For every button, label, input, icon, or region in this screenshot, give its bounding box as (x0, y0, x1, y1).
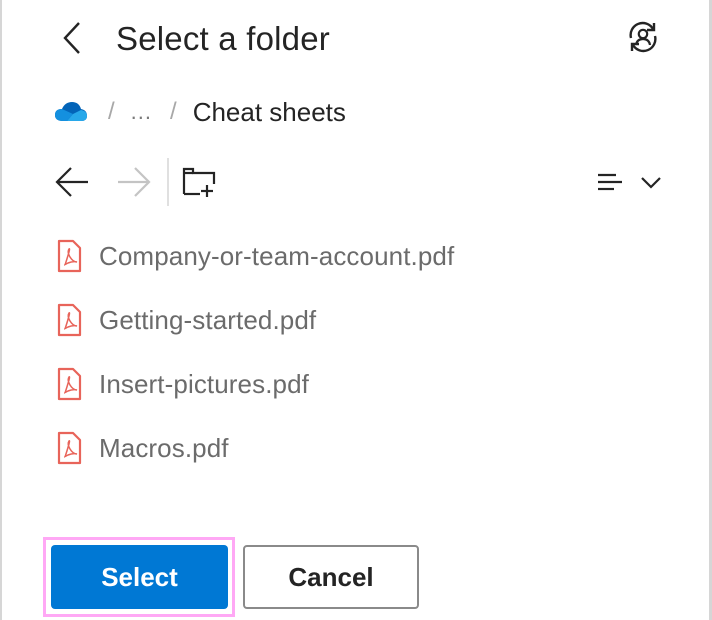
breadcrumb: / ... / Cheat sheets (54, 92, 346, 132)
breadcrumb-separator: / (108, 98, 115, 125)
arrow-left-icon (55, 167, 88, 197)
file-list-item[interactable]: Getting-started.pdf (50, 290, 670, 350)
file-name: Company-or-team-account.pdf (99, 240, 455, 271)
breadcrumb-separator: / (170, 98, 177, 125)
file-name: Insert-pictures.pdf (99, 368, 309, 399)
switch-account-button[interactable] (622, 16, 664, 58)
dialog-footer: Select Cancel (0, 530, 712, 620)
dialog-header: Select a folder (0, 0, 712, 78)
text-align-icon (598, 173, 622, 191)
pdf-file-icon (56, 302, 90, 338)
sort-view-button[interactable] (590, 162, 670, 202)
back-button[interactable] (54, 18, 90, 58)
pdf-file-icon (56, 366, 90, 402)
dialog-title: Select a folder (116, 20, 330, 57)
new-folder-button[interactable] (178, 162, 218, 202)
pdf-file-icon (56, 238, 90, 274)
person-sync-icon (629, 21, 657, 53)
file-name: Getting-started.pdf (99, 304, 317, 335)
file-list-item[interactable]: Insert-pictures.pdf (50, 354, 670, 414)
breadcrumb-current-folder: Cheat sheets (192, 96, 346, 127)
folder-add-icon (182, 167, 216, 197)
navigate-forward-button[interactable] (114, 162, 154, 202)
cancel-button[interactable]: Cancel (243, 545, 419, 609)
navigate-back-button[interactable] (52, 162, 92, 202)
select-button[interactable]: Select (51, 545, 228, 609)
arrow-right-icon (118, 167, 151, 197)
navigation-toolbar (0, 156, 712, 208)
chevron-left-icon (63, 22, 80, 54)
chevron-down-icon (641, 177, 661, 189)
onedrive-cloud-icon[interactable] (54, 99, 90, 125)
panel-border-left (0, 0, 2, 620)
breadcrumb-ellipsis[interactable]: ... (131, 99, 152, 125)
file-name: Macros.pdf (99, 432, 229, 463)
file-list-item[interactable]: Macros.pdf (50, 418, 670, 478)
toolbar-divider (167, 158, 169, 206)
file-list-item[interactable]: Company-or-team-account.pdf (50, 226, 670, 286)
pdf-file-icon (56, 430, 90, 466)
